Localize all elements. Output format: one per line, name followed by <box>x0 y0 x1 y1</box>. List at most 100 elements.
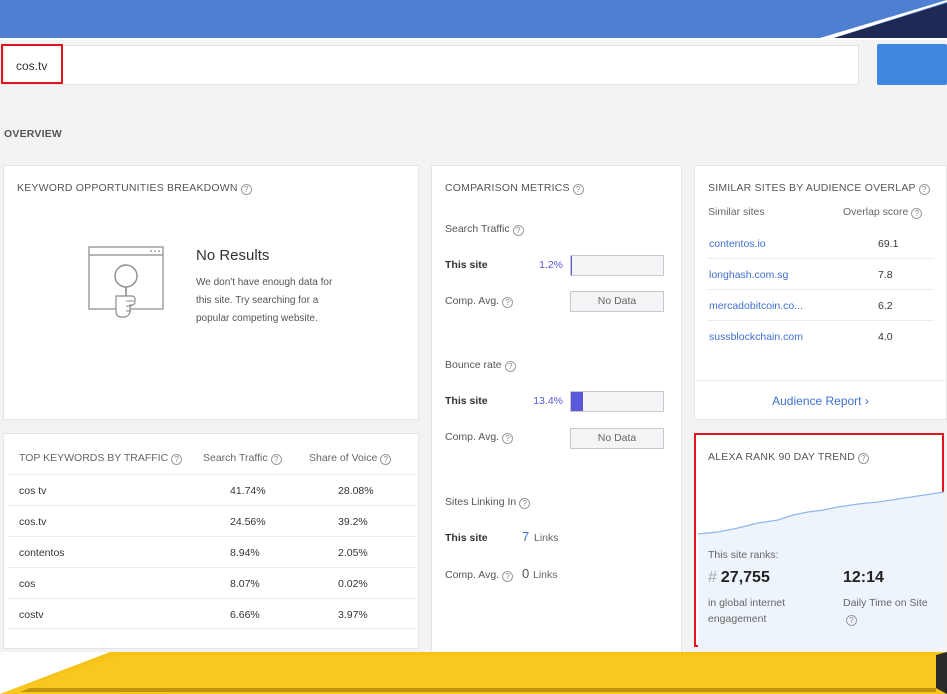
comp-avg-label: Comp. Avg.? <box>445 569 514 582</box>
traffic-cell: 8.07% <box>230 578 260 590</box>
overlap-score: 69.1 <box>878 238 899 250</box>
keyword-cell: cos tv <box>19 485 47 497</box>
footer-decoration <box>0 652 947 694</box>
links-unit: Links <box>533 569 558 581</box>
comp-avg-label: Comp. Avg.? <box>445 431 514 444</box>
help-icon[interactable]: ? <box>846 615 857 626</box>
keyword-opportunities-card: KEYWORD OPPORTUNITIES BREAKDOWN? No Resu… <box>3 165 419 420</box>
links-this-site-value: 7 <box>522 529 530 544</box>
traffic-cell: 41.74% <box>230 485 266 497</box>
share-cell: 2.05% <box>338 547 368 559</box>
this-site-label: This site <box>445 532 488 544</box>
help-icon[interactable]: ? <box>502 297 514 308</box>
bounce-rate-value: 13.4% <box>533 395 563 407</box>
list-item: contentos.io 69.1 <box>708 228 934 259</box>
table-row[interactable]: cos.tv 24.56% 39.2% <box>8 505 416 536</box>
global-rank-value: #27,755 <box>708 569 770 586</box>
overlap-score: 7.8 <box>878 269 893 281</box>
links-comp-value: 0 <box>522 566 530 581</box>
keyword-cell: costv <box>19 609 44 621</box>
comp-avg-label: Comp. Avg.? <box>445 295 514 308</box>
overlap-score: 6.2 <box>878 300 893 312</box>
this-site-label: This site <box>445 259 488 271</box>
list-item: longhash.com.sg 7.8 <box>708 259 934 290</box>
overlap-score: 4.0 <box>878 331 893 343</box>
sites-linking-label: Sites Linking In? <box>445 496 531 509</box>
similar-site-link[interactable]: longhash.com.sg <box>709 269 788 281</box>
traffic-cell: 6.66% <box>230 609 260 621</box>
table-row[interactable]: cos 8.07% 0.02% <box>8 567 416 598</box>
column-header-overlap-score: Overlap score? <box>843 206 923 219</box>
search-value-highlight <box>1 44 63 84</box>
search-traffic-bar <box>570 255 664 276</box>
search-bar: cos.tv <box>0 40 947 90</box>
help-icon[interactable]: ? <box>502 571 514 582</box>
search-button[interactable] <box>877 44 947 85</box>
search-input[interactable]: cos.tv <box>3 45 859 85</box>
traffic-cell: 8.94% <box>230 547 260 559</box>
similar-site-link[interactable]: contentos.io <box>709 238 766 250</box>
help-icon[interactable]: ? <box>858 453 869 464</box>
divider <box>695 380 946 381</box>
share-cell: 0.02% <box>338 578 368 590</box>
help-icon[interactable]: ? <box>572 184 584 195</box>
search-traffic-bar-fill <box>571 256 573 275</box>
table-row[interactable]: cos tv 41.74% 28.08% <box>8 474 416 505</box>
help-icon[interactable]: ? <box>502 433 514 444</box>
comparison-metrics-title: COMPARISON METRICS? <box>445 182 584 195</box>
alexa-rank-card: ALEXA RANK 90 DAY TREND? This site ranks… <box>694 433 944 647</box>
header-decoration <box>0 0 947 40</box>
bounce-rate-bar <box>570 391 664 412</box>
no-data-badge: No Data <box>570 291 664 312</box>
no-results-text: We don't have enough data for this site.… <box>196 277 333 324</box>
similar-site-link[interactable]: mercadobitcoin.co... <box>709 300 803 312</box>
table-row[interactable]: costv 6.66% 3.97% <box>8 598 416 629</box>
search-browser-icon <box>88 246 164 318</box>
column-header-share-of-voice: Share of Voice? <box>309 452 392 465</box>
hash-icon: # <box>708 569 717 586</box>
help-icon[interactable]: ? <box>270 454 282 465</box>
search-traffic-value: 1.2% <box>539 259 563 271</box>
help-icon[interactable]: ? <box>240 184 252 195</box>
help-icon[interactable]: ? <box>918 184 930 195</box>
share-cell: 28.08% <box>338 485 374 497</box>
top-keywords-title: TOP KEYWORDS BY TRAFFIC? <box>19 452 183 465</box>
global-rank-caption: in global internet engagement <box>708 597 786 625</box>
links-unit: Links <box>534 532 559 544</box>
help-icon[interactable]: ? <box>171 454 183 465</box>
bounce-rate-label: Bounce rate? <box>445 359 516 372</box>
top-keywords-card: TOP KEYWORDS BY TRAFFIC? Search Traffic?… <box>3 433 419 649</box>
search-traffic-label: Search Traffic? <box>445 223 524 236</box>
share-cell: 39.2% <box>338 516 368 528</box>
keyword-cell: cos.tv <box>19 516 47 528</box>
help-icon[interactable]: ? <box>380 454 392 465</box>
section-heading-overview: OVERVIEW <box>4 128 63 140</box>
audience-report-link[interactable]: Audience Report › <box>695 394 946 408</box>
help-icon[interactable]: ? <box>519 498 531 509</box>
help-icon[interactable]: ? <box>512 225 524 236</box>
comparison-metrics-card: COMPARISON METRICS? Search Traffic? This… <box>431 165 682 653</box>
table-row[interactable]: contentos 8.94% 2.05% <box>8 536 416 567</box>
keyword-cell: contentos <box>19 547 65 559</box>
share-cell: 3.97% <box>338 609 368 621</box>
similar-sites-card: SIMILAR SITES BY AUDIENCE OVERLAP? Simil… <box>694 165 947 420</box>
bounce-rate-bar-fill <box>571 392 584 411</box>
column-header-search-traffic: Search Traffic? <box>203 452 282 465</box>
traffic-cell: 24.56% <box>230 516 266 528</box>
similar-site-link[interactable]: sussblockchain.com <box>709 331 803 343</box>
help-icon[interactable]: ? <box>504 361 516 372</box>
no-data-badge: No Data <box>570 428 664 449</box>
no-results-title: No Results <box>196 247 270 264</box>
keyword-opportunities-title: KEYWORD OPPORTUNITIES BREAKDOWN? <box>17 182 252 195</box>
alexa-rank-title: ALEXA RANK 90 DAY TREND? <box>708 451 869 464</box>
this-site-label: This site <box>445 395 488 407</box>
ranks-label: This site ranks: <box>708 549 779 561</box>
help-icon[interactable]: ? <box>911 208 923 219</box>
daily-time-caption: Daily Time on Site? <box>843 597 928 626</box>
list-item: sussblockchain.com 4.0 <box>708 321 934 352</box>
daily-time-value: 12:14 <box>843 569 884 586</box>
keyword-cell: cos <box>19 578 36 590</box>
similar-sites-title: SIMILAR SITES BY AUDIENCE OVERLAP? <box>708 182 930 195</box>
list-item: mercadobitcoin.co... 6.2 <box>708 290 934 321</box>
column-header-similar-sites: Similar sites <box>708 206 765 218</box>
